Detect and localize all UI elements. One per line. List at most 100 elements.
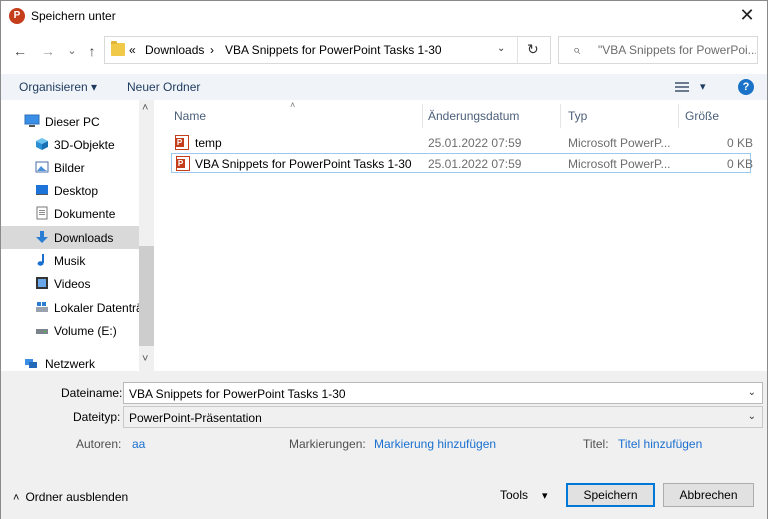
tools-dropdown-icon: ▾ [542, 490, 548, 502]
column-divider[interactable] [678, 104, 679, 128]
drive-icon [36, 302, 48, 312]
column-header-name[interactable]: Name [174, 109, 206, 123]
sidebar-item-pictures[interactable]: Bilder [1, 156, 139, 179]
hide-folders-label: Ordner ausblenden [25, 490, 129, 504]
column-divider[interactable] [560, 104, 561, 128]
breadcrumb-overflow[interactable]: « [129, 43, 136, 57]
view-dropdown-icon[interactable]: ▾ [700, 80, 706, 93]
sidebar-item-local-disk[interactable]: Lokaler Datenträ [1, 296, 139, 319]
address-dropdown-icon[interactable]: ⌄ [497, 43, 505, 54]
sidebar-item-volume-e[interactable]: Volume (E:) [1, 319, 139, 342]
view-options-icon[interactable] [675, 81, 689, 93]
sidebar-item-label: Bilder [54, 161, 85, 175]
filename-label: Dateiname: [61, 386, 123, 400]
breadcrumb-current-folder[interactable]: VBA Snippets for PowerPoint Tasks 1-30 [225, 43, 442, 57]
file-date: 25.01.2022 07:59 [428, 157, 522, 171]
filename-input[interactable]: VBA Snippets for PowerPoint Tasks 1-30 [129, 387, 346, 401]
filetype-value: PowerPoint-Präsentation [129, 411, 262, 425]
tools-label: Tools [500, 488, 529, 502]
authors-field[interactable]: aa [132, 437, 145, 451]
filetype-select[interactable]: PowerPoint-Präsentation ⌄ [123, 406, 763, 428]
file-type: Microsoft PowerP... [568, 157, 671, 171]
tags-field[interactable]: Markierung hinzufügen [374, 437, 496, 451]
sidebar-item-label: Downloads [54, 231, 114, 245]
column-header-type[interactable]: Typ [568, 109, 587, 123]
powerpoint-file-icon [175, 135, 189, 150]
help-icon[interactable]: ? [738, 79, 754, 95]
powerpoint-icon: P [9, 8, 25, 24]
filetype-label: Dateityp: [73, 410, 121, 424]
scroll-up-icon[interactable]: ˄ [142, 102, 148, 114]
back-arrow-icon[interactable]: ← [11, 42, 29, 60]
chevron-down-icon[interactable]: ⌄ [748, 411, 756, 422]
table-row[interactable]: VBA Snippets for PowerPoint Tasks 1-30 2… [171, 153, 754, 173]
sidebar-item-desktop[interactable]: Desktop [1, 179, 139, 202]
forward-arrow-icon[interactable]: → [39, 42, 57, 60]
sidebar-item-documents[interactable]: Dokumente [1, 202, 139, 225]
command-bar: Organisieren ▾ Neuer Ordner ▾ ? [1, 74, 767, 100]
search-box[interactable]: ⌕ "VBA Snippets for PowerPoi... [558, 36, 758, 64]
save-options-panel: Dateiname: VBA Snippets for PowerPoint T… [1, 371, 767, 519]
tools-button[interactable]: Tools ▾ [500, 488, 548, 502]
scroll-down-icon[interactable]: ˅ [142, 353, 148, 365]
title-field[interactable]: Titel hinzufügen [618, 437, 702, 451]
sidebar-item-label: Volume (E:) [54, 324, 117, 338]
close-button[interactable]: ✕ [737, 5, 757, 25]
sidebar-scrollbar[interactable]: ˄ ˅ [139, 100, 154, 371]
documents-icon [36, 206, 48, 220]
hide-folders-button[interactable]: ˄ Ordner ausblenden [13, 490, 128, 504]
cube-icon [36, 138, 48, 150]
file-size: 0 KB [727, 157, 754, 171]
sidebar-item-this-pc[interactable]: Dieser PC [1, 110, 139, 133]
column-header-size[interactable]: Größe [685, 109, 719, 123]
scrollbar-thumb[interactable] [139, 246, 154, 346]
music-icon [37, 254, 44, 266]
search-icon: ⌕ [573, 42, 581, 57]
pictures-icon [35, 161, 49, 173]
cancel-button[interactable]: Abbrechen [663, 483, 754, 507]
column-divider[interactable] [422, 104, 423, 128]
chevron-up-icon: ˄ [13, 492, 20, 504]
file-name: VBA Snippets for PowerPoint Tasks 1-30 [195, 157, 412, 171]
sidebar-item-label: Dieser PC [45, 115, 100, 129]
desktop-icon [36, 185, 48, 195]
sidebar-item-music[interactable]: Musik [1, 249, 139, 272]
sort-ascending-icon: ˄ [290, 100, 296, 110]
filename-field[interactable]: VBA Snippets for PowerPoint Tasks 1-30 ⌄ [123, 382, 763, 404]
file-list: ˄ Name Änderungsdatum Typ Größe temp 25.… [154, 100, 767, 371]
powerpoint-file-icon [176, 156, 190, 171]
address-bar[interactable]: « Downloads › VBA Snippets for PowerPoin… [104, 36, 551, 64]
sidebar-item-downloads[interactable]: Downloads [1, 226, 139, 249]
network-icon [25, 359, 37, 368]
file-type: Microsoft PowerP... [568, 136, 671, 150]
file-size: 0 KB [727, 136, 754, 150]
address-divider [517, 37, 518, 63]
new-folder-button[interactable]: Neuer Ordner [127, 80, 200, 94]
window-title: Speichern unter [31, 9, 116, 23]
save-button[interactable]: Speichern [566, 483, 655, 507]
search-input[interactable]: "VBA Snippets for PowerPoi... [598, 43, 756, 57]
table-row[interactable]: temp 25.01.2022 07:59 Microsoft PowerP..… [171, 133, 754, 153]
sidebar-item-label: Desktop [54, 184, 99, 198]
organize-button[interactable]: Organisieren ▾ [19, 80, 97, 94]
sidebar-item-videos[interactable]: Videos [1, 272, 139, 295]
video-icon [36, 277, 48, 289]
file-date: 25.01.2022 07:59 [428, 136, 522, 150]
drive-icon [36, 329, 48, 334]
refresh-icon[interactable]: ↻ [527, 41, 539, 58]
up-arrow-icon[interactable]: ↑ [83, 42, 101, 60]
sidebar-item-label: Netzwerk [45, 357, 96, 371]
authors-label: Autoren: [76, 437, 122, 451]
file-name: temp [195, 136, 222, 150]
breadcrumb-separator[interactable]: › [210, 43, 214, 57]
chevron-down-icon[interactable]: ⌄ [748, 387, 756, 398]
recent-locations-chevron-icon[interactable]: ⌄ [63, 42, 81, 60]
sidebar-item-label: 3D-Objekte [54, 138, 115, 152]
sidebar-item-label: Dokumente [54, 207, 116, 221]
download-icon [36, 231, 48, 243]
column-header-date[interactable]: Änderungsdatum [428, 109, 519, 123]
sidebar-item-3d-objects[interactable]: 3D-Objekte [1, 133, 139, 156]
navigation-pane: Dieser PC 3D-Objekte Bilder Desktop Doku… [1, 100, 154, 371]
breadcrumb-downloads[interactable]: Downloads [145, 43, 204, 57]
tags-label: Markierungen: [289, 437, 366, 451]
